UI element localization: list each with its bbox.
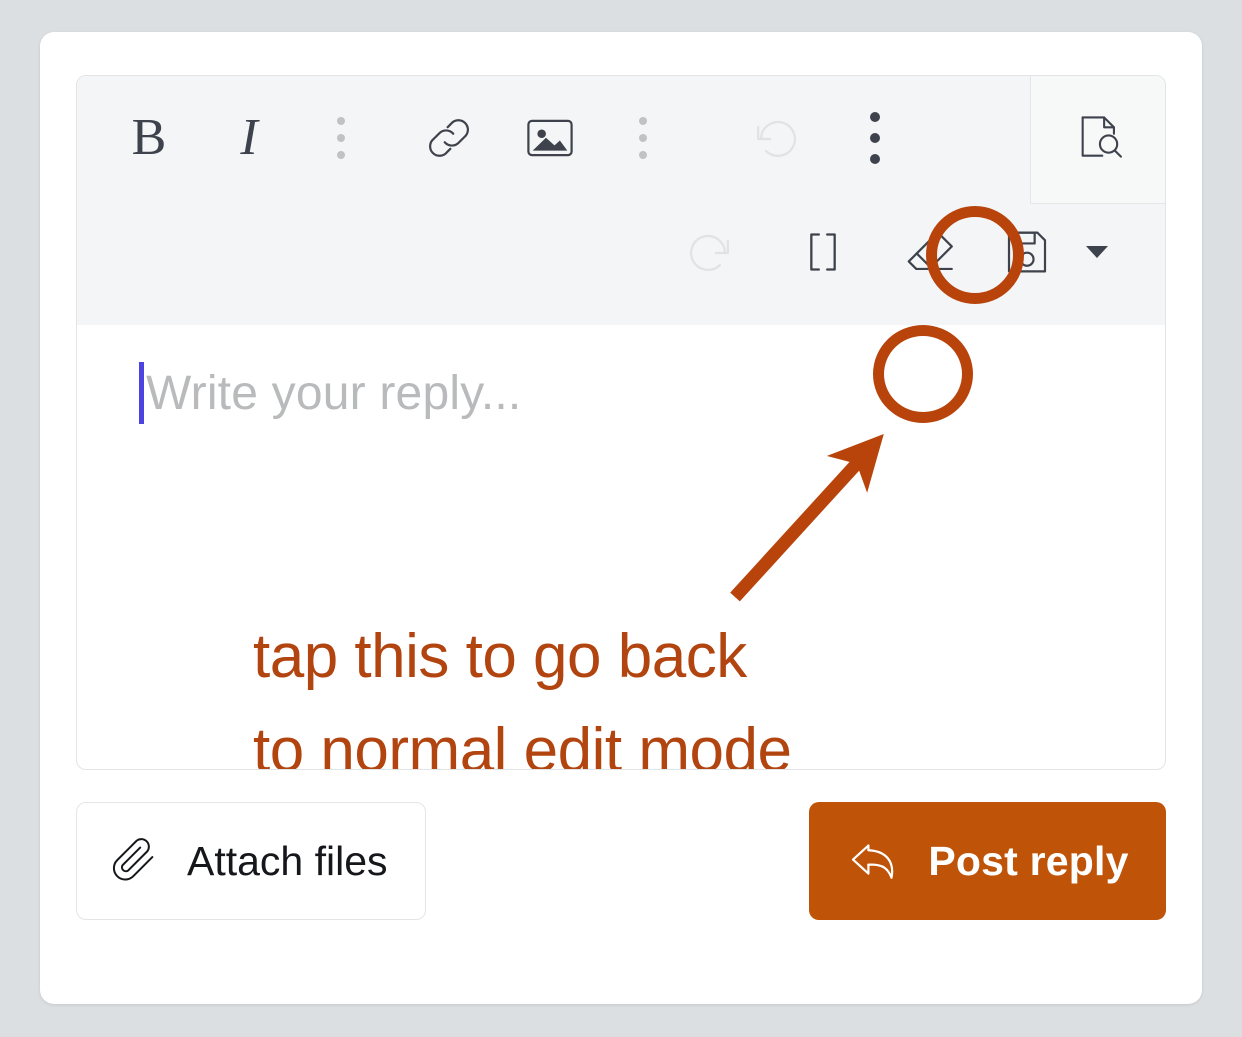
redo-button[interactable] [677, 220, 741, 284]
attach-files-button[interactable]: Attach files [76, 802, 426, 920]
bold-button-label: B [131, 109, 167, 166]
save-dropdown-button[interactable] [1065, 220, 1129, 284]
dots-separator-1 [309, 106, 373, 170]
undo-icon [748, 109, 806, 167]
italic-button-label: I [240, 109, 258, 166]
source-code-brackets-button[interactable] [791, 220, 855, 284]
ring-overflow-menu [926, 206, 1024, 304]
italic-button[interactable]: I [217, 106, 281, 170]
annotation-text: tap this to go back to normal edit mode [253, 622, 792, 770]
preview-button[interactable] [1067, 106, 1131, 170]
paperclip-icon [109, 835, 161, 887]
editor-frame: B I Write your reply... tap this to go b… [76, 75, 1166, 770]
dots-separator-2 [611, 106, 675, 170]
image-button[interactable] [518, 106, 582, 170]
undo-button[interactable] [745, 106, 809, 170]
attach-files-label: Attach files [187, 837, 388, 884]
dots-vertical-icon [639, 115, 647, 161]
save-dropdown-caret-icon [1086, 246, 1108, 258]
reply-input-placeholder: Write your reply... [146, 366, 522, 420]
post-reply-label: Post reply [928, 837, 1129, 884]
overflow-menu-icon [870, 112, 880, 164]
reply-composer-card: B I Write your reply... tap this to go b… [40, 32, 1202, 1004]
preview-document-icon [1071, 110, 1127, 166]
ring-bracket-toggle [873, 325, 973, 423]
link-icon [422, 111, 476, 165]
bold-button[interactable]: B [117, 106, 181, 170]
toolbar-row-1: B I [77, 76, 1165, 204]
dots-vertical-icon [337, 115, 345, 161]
reply-input[interactable]: Write your reply... [139, 358, 521, 428]
text-caret [139, 362, 144, 424]
post-reply-button[interactable]: Post reply [809, 802, 1166, 920]
source-code-brackets-icon [798, 227, 848, 277]
image-icon [523, 111, 577, 165]
link-button[interactable] [417, 106, 481, 170]
overflow-menu-button[interactable] [843, 106, 907, 170]
redo-icon [680, 223, 738, 281]
reply-arrow-icon [846, 833, 902, 889]
preview-panel[interactable] [1030, 76, 1165, 204]
annotation-arrow [730, 434, 884, 602]
